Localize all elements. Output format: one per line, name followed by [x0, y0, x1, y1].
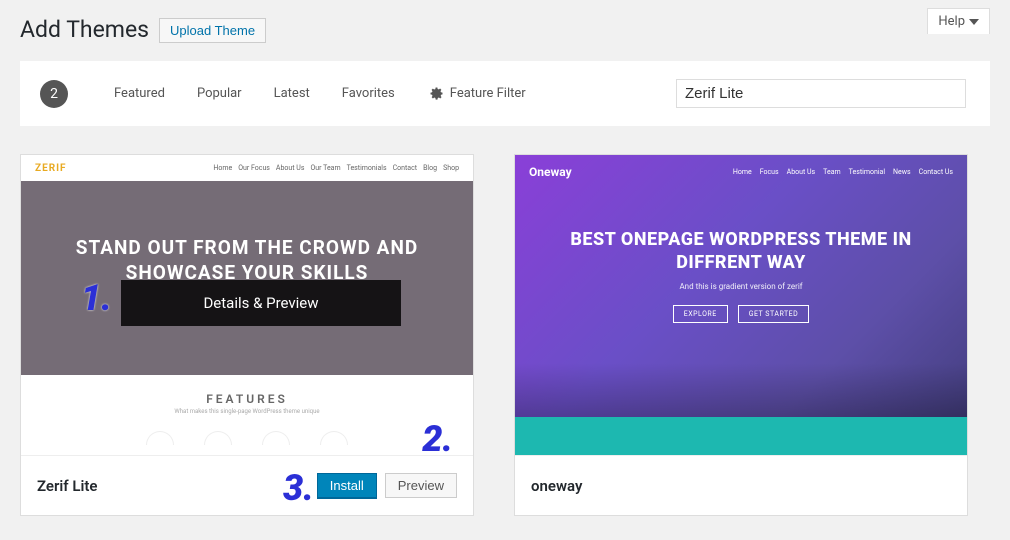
filter-favorites[interactable]: Favorites: [336, 86, 401, 101]
theme-card-zerif-lite[interactable]: ZERIF Home Our Focus About Us Our Team T…: [20, 154, 474, 516]
page-title: Add Themes: [20, 10, 149, 43]
install-button[interactable]: Install: [317, 473, 377, 498]
preview-features-sub: What makes this single-page WordPress th…: [174, 408, 319, 415]
results-count-badge: 2: [40, 80, 68, 108]
feature-filter-label: Feature Filter: [450, 86, 526, 101]
upload-theme-button[interactable]: Upload Theme: [159, 18, 266, 43]
preview-explore-button: EXPLORE: [673, 305, 728, 323]
filter-bar: 2 Featured Popular Latest Favorites Feat…: [20, 61, 990, 126]
search-input[interactable]: [676, 79, 966, 108]
feature-filter-button[interactable]: Feature Filter: [429, 86, 526, 101]
filter-featured[interactable]: Featured: [108, 86, 171, 101]
preview-nav: Home Focus About Us Team Testimonial New…: [733, 168, 953, 176]
preview-nav: Home Our Focus About Us Our Team Testimo…: [213, 164, 459, 172]
preview-hero-title: STAND OUT FROM THE CROWD AND SHOWCASE YO…: [21, 236, 473, 285]
preview-brand-logo: ZERIF: [35, 163, 67, 174]
theme-card-oneway[interactable]: Oneway Home Focus About Us Team Testimon…: [514, 154, 968, 516]
preview-brand-logo: Oneway: [529, 165, 572, 179]
preview-features-title: FEATURES: [206, 392, 288, 406]
preview-hero-sub: And this is gradient version of zerif: [679, 282, 802, 291]
help-tab[interactable]: Help: [927, 8, 990, 34]
gear-icon: [429, 86, 444, 101]
preview-button[interactable]: Preview: [385, 473, 457, 498]
help-label: Help: [938, 14, 965, 29]
preview-getstarted-button: GET STARTED: [738, 305, 810, 323]
theme-name: oneway: [531, 477, 582, 495]
theme-name: Zerif Lite: [37, 477, 97, 495]
theme-preview: ZERIF Home Our Focus About Us Our Team T…: [21, 155, 473, 455]
filter-latest[interactable]: Latest: [268, 86, 316, 101]
details-preview-button[interactable]: Details & Preview: [121, 280, 401, 326]
preview-hero-title: BEST ONEPAGE WORDPRESS THEME IN DIFFRENT…: [545, 229, 937, 274]
chevron-down-icon: [969, 19, 979, 25]
theme-preview: Oneway Home Focus About Us Team Testimon…: [515, 155, 967, 455]
filter-popular[interactable]: Popular: [191, 86, 248, 101]
annotation-3: 3.: [283, 467, 314, 509]
